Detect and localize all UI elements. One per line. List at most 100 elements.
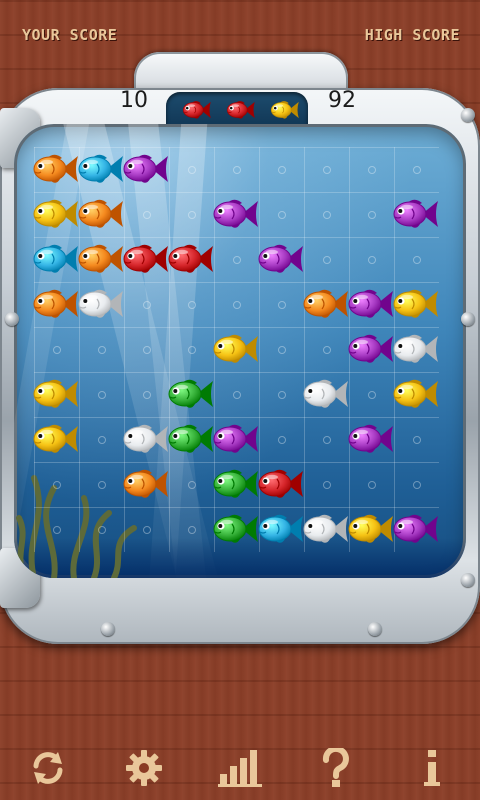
empty-cell-bubble[interactable]	[143, 526, 151, 534]
next-red-fish-icon	[182, 98, 212, 126]
info-icon[interactable]	[410, 746, 454, 790]
orange-fish-icon[interactable]	[122, 465, 170, 503]
orange-fish-icon[interactable]	[302, 285, 350, 323]
purple-fish-icon[interactable]	[347, 330, 395, 368]
purple-fish-icon[interactable]	[257, 240, 305, 278]
porthole-bolt	[368, 622, 382, 636]
high-score-label: HIGH SCORE	[364, 26, 460, 44]
purple-fish-icon[interactable]	[212, 195, 260, 233]
empty-cell-bubble[interactable]	[233, 166, 241, 174]
purple-fish-icon[interactable]	[212, 420, 260, 458]
empty-cell-bubble[interactable]	[98, 436, 106, 444]
yellow-fish-icon[interactable]	[32, 420, 80, 458]
empty-cell-bubble[interactable]	[323, 256, 331, 264]
orange-fish-icon[interactable]	[77, 240, 125, 278]
white-fish-icon[interactable]	[77, 285, 125, 323]
help-icon[interactable]	[314, 746, 358, 790]
empty-cell-bubble[interactable]	[278, 346, 286, 354]
yellow-fish-icon[interactable]	[32, 375, 80, 413]
empty-cell-bubble[interactable]	[233, 256, 241, 264]
orange-fish-icon[interactable]	[32, 285, 80, 323]
purple-fish-icon[interactable]	[122, 150, 170, 188]
porthole-bolt	[101, 622, 115, 636]
empty-cell-bubble[interactable]	[143, 346, 151, 354]
orange-fish-icon[interactable]	[32, 150, 80, 188]
empty-cell-bubble[interactable]	[278, 301, 286, 309]
empty-cell-bubble[interactable]	[413, 481, 421, 489]
orange-fish-icon[interactable]	[77, 195, 125, 233]
board-grid[interactable]	[32, 147, 440, 552]
porthole-bolt	[461, 573, 475, 587]
yellow-fish-icon[interactable]	[347, 510, 395, 548]
yellow-fish-icon[interactable]	[32, 195, 80, 233]
empty-cell-bubble[interactable]	[98, 481, 106, 489]
settings-icon[interactable]	[122, 746, 166, 790]
empty-cell-bubble[interactable]	[323, 346, 331, 354]
empty-cell-bubble[interactable]	[278, 391, 286, 399]
empty-cell-bubble[interactable]	[188, 346, 196, 354]
restart-icon[interactable]	[26, 746, 70, 790]
empty-cell-bubble[interactable]	[413, 436, 421, 444]
empty-cell-bubble[interactable]	[323, 436, 331, 444]
empty-cell-bubble[interactable]	[323, 166, 331, 174]
cyan-fish-icon[interactable]	[257, 510, 305, 548]
your-score-label: YOUR SCORE	[22, 26, 118, 44]
bottom-toolbar	[0, 736, 480, 800]
empty-cell-bubble[interactable]	[233, 301, 241, 309]
empty-cell-bubble[interactable]	[413, 256, 421, 264]
green-fish-icon[interactable]	[167, 375, 215, 413]
cyan-fish-icon[interactable]	[77, 150, 125, 188]
next-yellow-fish-icon	[270, 98, 300, 126]
game-board[interactable]	[14, 124, 466, 578]
red-fish-icon[interactable]	[257, 465, 305, 503]
empty-cell-bubble[interactable]	[368, 211, 376, 219]
cyan-fish-icon[interactable]	[32, 240, 80, 278]
empty-cell-bubble[interactable]	[53, 346, 61, 354]
empty-cell-bubble[interactable]	[368, 481, 376, 489]
empty-cell-bubble[interactable]	[188, 166, 196, 174]
empty-cell-bubble[interactable]	[323, 481, 331, 489]
empty-cell-bubble[interactable]	[143, 301, 151, 309]
empty-cell-bubble[interactable]	[233, 391, 241, 399]
yellow-fish-icon[interactable]	[392, 375, 440, 413]
empty-cell-bubble[interactable]	[53, 526, 61, 534]
red-fish-icon[interactable]	[167, 240, 215, 278]
empty-cell-bubble[interactable]	[368, 391, 376, 399]
white-fish-icon[interactable]	[122, 420, 170, 458]
empty-cell-bubble[interactable]	[98, 346, 106, 354]
purple-fish-icon[interactable]	[392, 510, 440, 548]
empty-cell-bubble[interactable]	[368, 166, 376, 174]
empty-cell-bubble[interactable]	[188, 211, 196, 219]
empty-cell-bubble[interactable]	[188, 526, 196, 534]
white-fish-icon[interactable]	[302, 375, 350, 413]
empty-cell-bubble[interactable]	[278, 166, 286, 174]
empty-cell-bubble[interactable]	[413, 166, 421, 174]
porthole-bolt	[461, 108, 475, 122]
empty-cell-bubble[interactable]	[53, 481, 61, 489]
purple-fish-icon[interactable]	[347, 420, 395, 458]
yellow-fish-icon[interactable]	[392, 285, 440, 323]
porthole-bolt	[5, 312, 19, 326]
current-score: 10	[120, 88, 148, 113]
green-fish-icon[interactable]	[212, 510, 260, 548]
empty-cell-bubble[interactable]	[98, 391, 106, 399]
empty-cell-bubble[interactable]	[278, 211, 286, 219]
white-fish-icon[interactable]	[392, 330, 440, 368]
empty-cell-bubble[interactable]	[278, 436, 286, 444]
leaderboard-icon[interactable]	[218, 746, 262, 790]
empty-cell-bubble[interactable]	[323, 211, 331, 219]
porthole-bolt	[461, 312, 475, 326]
empty-cell-bubble[interactable]	[188, 481, 196, 489]
purple-fish-icon[interactable]	[347, 285, 395, 323]
empty-cell-bubble[interactable]	[368, 256, 376, 264]
red-fish-icon[interactable]	[122, 240, 170, 278]
yellow-fish-icon[interactable]	[212, 330, 260, 368]
white-fish-icon[interactable]	[302, 510, 350, 548]
empty-cell-bubble[interactable]	[188, 301, 196, 309]
empty-cell-bubble[interactable]	[143, 211, 151, 219]
purple-fish-icon[interactable]	[392, 195, 440, 233]
empty-cell-bubble[interactable]	[143, 391, 151, 399]
green-fish-icon[interactable]	[212, 465, 260, 503]
green-fish-icon[interactable]	[167, 420, 215, 458]
empty-cell-bubble[interactable]	[98, 526, 106, 534]
